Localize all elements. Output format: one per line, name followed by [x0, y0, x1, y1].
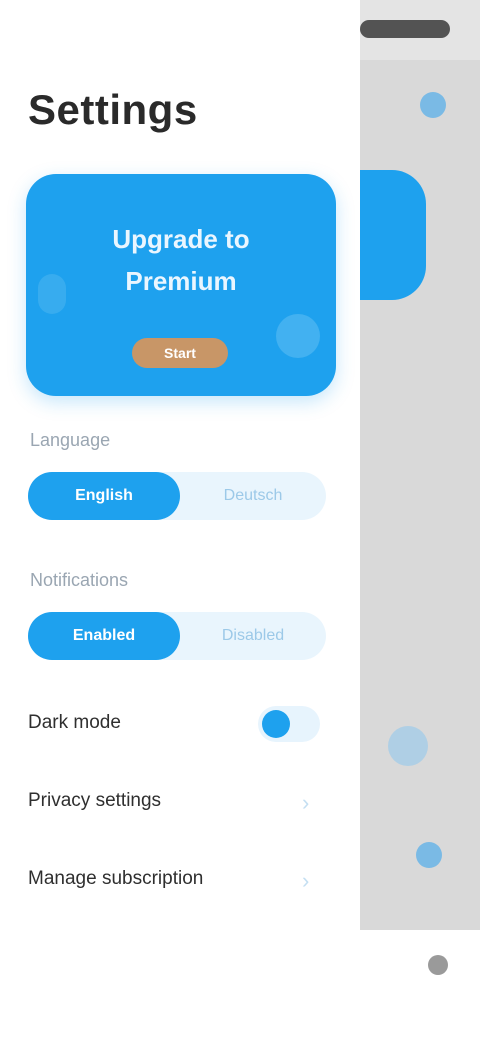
notifications-option-enabled[interactable]: Enabled	[28, 612, 180, 660]
dark-mode-row[interactable]: Dark mode	[28, 704, 328, 744]
promo-title: Upgrade to Premium	[112, 224, 250, 296]
background-card	[360, 170, 426, 300]
home-indicator-icon	[428, 955, 448, 975]
promo-start-button[interactable]: Start	[132, 338, 228, 368]
background-menu-icon	[420, 92, 446, 118]
language-segmented-control: English Deutsch	[28, 472, 326, 520]
background-footer	[360, 930, 480, 1040]
toggle-knob	[262, 710, 290, 738]
notifications-segmented-control: Enabled Disabled	[28, 612, 326, 660]
background-action-icon	[388, 726, 428, 766]
app-screen: Settings Upgrade to Premium Start Langua…	[0, 0, 480, 1040]
language-section-label: Language	[30, 430, 111, 450]
dark-mode-label: Dark mode	[28, 712, 121, 733]
background-nav-icon	[416, 842, 442, 868]
premium-promo-card[interactable]: Upgrade to Premium Start	[26, 174, 336, 396]
language-option-english[interactable]: English	[28, 472, 180, 520]
promo-decoration-icon	[38, 274, 66, 314]
background-page-overlay[interactable]	[360, 0, 480, 1040]
status-bar-icons	[360, 20, 450, 38]
promo-illustration-icon	[276, 314, 320, 358]
language-option-deutsch[interactable]: Deutsch	[180, 472, 326, 520]
privacy-settings-label: Privacy settings	[28, 790, 162, 811]
page-title: Settings	[28, 86, 198, 133]
privacy-settings-row[interactable]: Privacy settings ›	[28, 782, 328, 822]
dark-mode-toggle[interactable]	[258, 706, 320, 742]
chevron-right-icon: ›	[302, 790, 310, 815]
chevron-right-icon: ›	[302, 868, 310, 893]
notifications-section-label: Notifications	[30, 570, 129, 590]
settings-drawer: Settings Upgrade to Premium Start Langua…	[0, 0, 360, 1040]
manage-subscription-label: Manage subscription	[28, 868, 204, 889]
notifications-option-disabled[interactable]: Disabled	[180, 612, 326, 660]
manage-subscription-row[interactable]: Manage subscription ›	[28, 860, 328, 900]
